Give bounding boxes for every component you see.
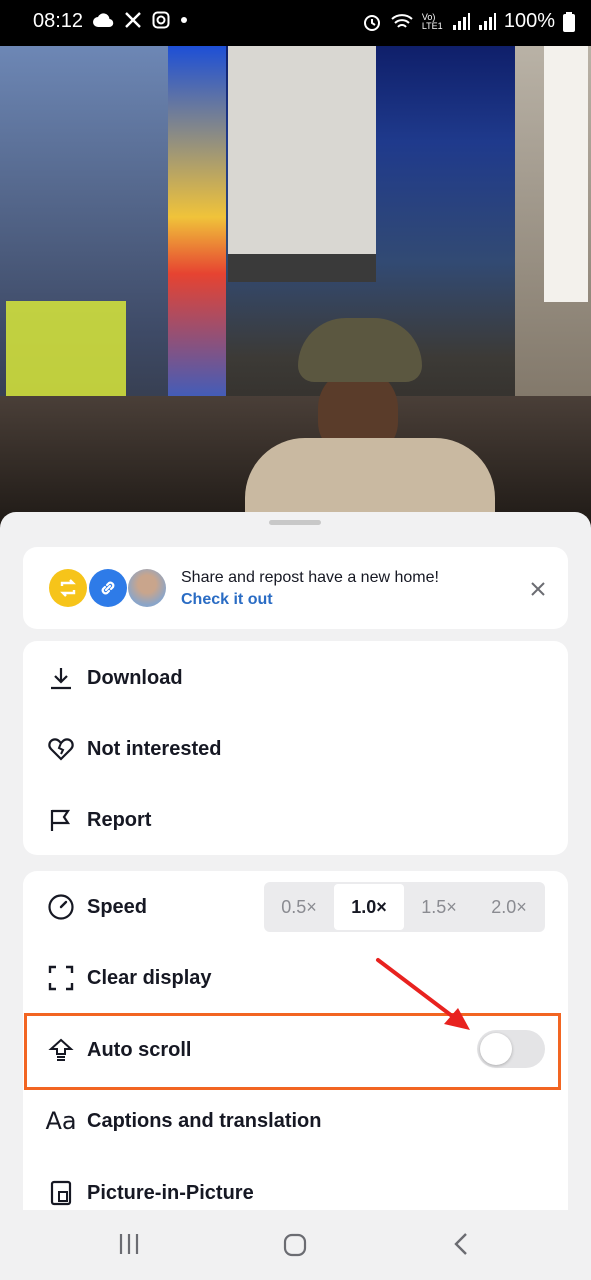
person-hat [298,318,422,382]
status-time: 08:12 [33,10,84,32]
hanging-banner [228,46,376,282]
cloud-icon [93,13,114,28]
back-icon[interactable] [452,1231,470,1257]
dot-icon [181,17,187,23]
network-label: Vo) LTE1 [421,11,443,31]
pip-label: Picture-in-Picture [87,1181,254,1204]
status-bar: 08:12 Vo) LTE1 100% [0,0,591,46]
x-icon [125,12,141,28]
pip-icon [47,1179,75,1207]
close-icon[interactable] [531,582,545,596]
speed-option-0-5[interactable]: 0.5× [264,882,334,932]
download-icon [47,664,75,692]
battery-icon [563,11,575,32]
sign-panel [168,46,226,426]
repost-icon [60,579,76,597]
not-interested-label: Not interested [87,737,222,760]
speedometer-icon [47,893,75,921]
aa-icon: Aa [45,1107,77,1135]
aa-glyph: Aa [45,1107,77,1135]
drag-handle[interactable] [269,520,321,525]
not-interested-row[interactable]: Not interested [23,719,568,779]
signal-icon-2 [478,12,496,30]
alarm-icon [363,14,380,31]
share-banner[interactable]: Share and repost have a new home! Check … [23,547,568,629]
actions-card: Download Not interested Report [23,641,568,855]
annotation-arrow [376,958,470,1030]
flag-icon [47,806,75,834]
wifi-icon [391,13,413,28]
captions-label: Captions and translation [87,1109,322,1132]
home-icon[interactable] [282,1232,308,1258]
speed-option-1-5[interactable]: 1.5× [404,882,474,932]
report-row[interactable]: Report [23,790,568,850]
link-icon [101,581,115,595]
clear-display-label: Clear display [87,966,212,989]
video-preview[interactable] [0,46,591,526]
speed-option-2-0[interactable]: 2.0× [474,882,544,932]
vertical-sign [544,46,588,302]
repost-avatar [49,569,87,607]
status-right: Vo) LTE1 100% [362,10,575,33]
captions-row[interactable]: Aa Captions and translation [23,1091,568,1151]
auto-scroll-highlight-box [24,1013,561,1090]
instagram-icon [152,11,170,29]
recents-icon[interactable] [117,1232,141,1256]
corners-icon [47,964,75,992]
download-label: Download [87,666,183,689]
yellow-storefront [6,301,126,401]
download-row[interactable]: Download [23,648,568,708]
speed-option-1-0[interactable]: 1.0× [334,884,404,930]
battery-percent: 100% [503,10,555,32]
speed-selector: 0.5× 1.0× 1.5× 2.0× [264,882,545,932]
link-avatar [89,569,127,607]
report-label: Report [87,808,152,831]
clear-display-row[interactable]: Clear display [23,948,568,1008]
notification-icons [92,11,188,29]
banner-title: Share and repost have a new home! [181,569,439,586]
banner-link[interactable]: Check it out [181,591,273,609]
share-bottom-sheet: Share and repost have a new home! Check … [0,512,591,1280]
user-avatar [128,569,166,607]
signal-icon [452,12,470,30]
speed-label: Speed [87,895,148,918]
system-nav-bar [0,1210,591,1280]
broken-heart-icon [47,735,75,763]
